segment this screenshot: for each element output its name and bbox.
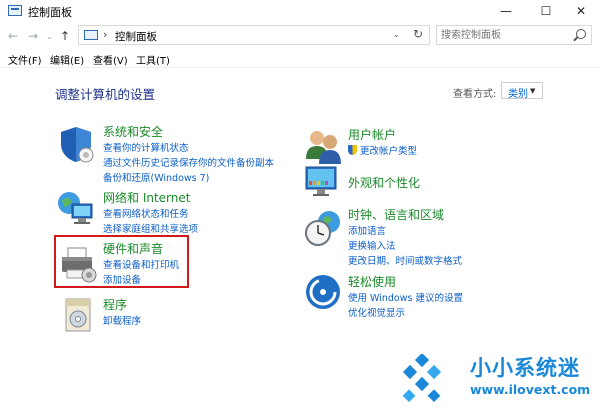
users-icon[interactable] — [303, 127, 343, 167]
category-programs[interactable]: 程序 — [103, 296, 127, 313]
maximize-button[interactable]: ☐ — [526, 0, 566, 22]
category-hardware-sound[interactable]: 硬件和声音 — [103, 240, 163, 257]
link-add-device[interactable]: 添加设备 — [103, 272, 141, 286]
watermark-url: www.ilovext.com — [470, 382, 591, 397]
view-by-value[interactable]: 类别 — [508, 85, 528, 100]
link-file-history[interactable]: 通过文件历史记录保存你的文件备份副本 — [103, 155, 274, 169]
programs-icon[interactable] — [58, 295, 98, 335]
link-change-account-type[interactable]: 更改帐户类型 — [348, 143, 417, 157]
link-change-date-time-format[interactable]: 更改日期、时间或数字格式 — [348, 253, 462, 267]
shield-icon[interactable] — [56, 124, 96, 164]
address-toolbar: ← → ⌄ ↑ › 控制面板 ⌄ ↻ — [0, 22, 600, 50]
link-uninstall-program[interactable]: 卸载程序 — [103, 313, 141, 327]
close-button[interactable]: ✕ — [561, 0, 600, 22]
menu-tools[interactable]: 工具(T) — [136, 52, 170, 67]
minimize-button[interactable]: — — [486, 0, 526, 22]
ease-of-access-icon[interactable] — [303, 272, 343, 312]
forward-arrow-icon[interactable]: → — [28, 29, 38, 43]
category-clock-language-region[interactable]: 时钟、语言和区域 — [348, 206, 444, 223]
menu-bar: 文件(F) 编辑(E) 查看(V) 工具(T) — [0, 50, 600, 68]
back-arrow-icon[interactable]: ← — [8, 29, 18, 43]
category-appearance-personalization[interactable]: 外观和个性化 — [348, 174, 420, 191]
link-homegroup-sharing[interactable]: 选择家庭组和共享选项 — [103, 221, 198, 235]
up-arrow-icon[interactable]: ↑ — [60, 29, 70, 43]
view-by-select[interactable]: 类别 ▼ — [501, 82, 543, 100]
search-input[interactable] — [441, 28, 569, 42]
printer-icon[interactable] — [58, 244, 98, 284]
control-panel-small-icon — [84, 30, 98, 40]
link-view-computer-status[interactable]: 查看你的计算机状态 — [103, 140, 189, 154]
dropdown-caret-icon: ▼ — [530, 87, 536, 95]
watermark-logo-icon — [402, 354, 442, 402]
refresh-icon[interactable]: ↻ — [413, 27, 423, 41]
address-bar[interactable]: › 控制面板 ⌄ ↻ — [78, 25, 430, 45]
breadcrumb-control-panel[interactable]: 控制面板 — [115, 29, 157, 44]
recent-locations-chevron-icon[interactable]: ⌄ — [46, 32, 53, 41]
window-title: 控制面板 — [28, 6, 72, 19]
control-panel-icon — [8, 5, 22, 16]
search-icon[interactable] — [576, 29, 586, 39]
view-by-label: 查看方式: — [453, 89, 497, 100]
appearance-monitor-icon[interactable] — [303, 163, 343, 203]
link-network-status[interactable]: 查看网络状态和任务 — [103, 206, 189, 220]
link-add-language[interactable]: 添加语言 — [348, 223, 386, 237]
link-change-account-type-label[interactable]: 更改帐户类型 — [360, 146, 417, 157]
category-system-security[interactable]: 系统和安全 — [103, 123, 163, 140]
link-backup-restore[interactable]: 备份和还原(Windows 7) — [103, 170, 209, 184]
category-user-accounts[interactable]: 用户帐户 — [348, 126, 396, 143]
category-network-internet[interactable]: 网络和 Internet — [103, 189, 190, 206]
menu-view[interactable]: 查看(V) — [93, 52, 128, 67]
link-recommended-settings[interactable]: 使用 Windows 建议的设置 — [348, 290, 463, 304]
address-dropdown-icon[interactable]: ⌄ — [393, 30, 400, 39]
watermark-text: 小小系统迷 — [470, 356, 580, 380]
clock-globe-icon[interactable] — [303, 208, 343, 248]
link-devices-printers[interactable]: 查看设备和打印机 — [103, 257, 179, 271]
category-ease-of-access[interactable]: 轻松使用 — [348, 273, 396, 290]
search-box[interactable] — [436, 25, 592, 45]
page-title: 调整计算机的设置 — [55, 87, 156, 102]
title-bar: 控制面板 — ☐ ✕ — [0, 0, 600, 22]
breadcrumb-separator-icon[interactable]: › — [103, 28, 107, 41]
link-change-input-method[interactable]: 更换输入法 — [348, 238, 396, 252]
uac-shield-icon — [348, 145, 357, 155]
menu-edit[interactable]: 编辑(E) — [50, 52, 84, 67]
network-globe-icon[interactable] — [56, 188, 96, 228]
menu-file[interactable]: 文件(F) — [8, 52, 42, 67]
link-optimize-visual-display[interactable]: 优化视觉显示 — [348, 305, 405, 319]
